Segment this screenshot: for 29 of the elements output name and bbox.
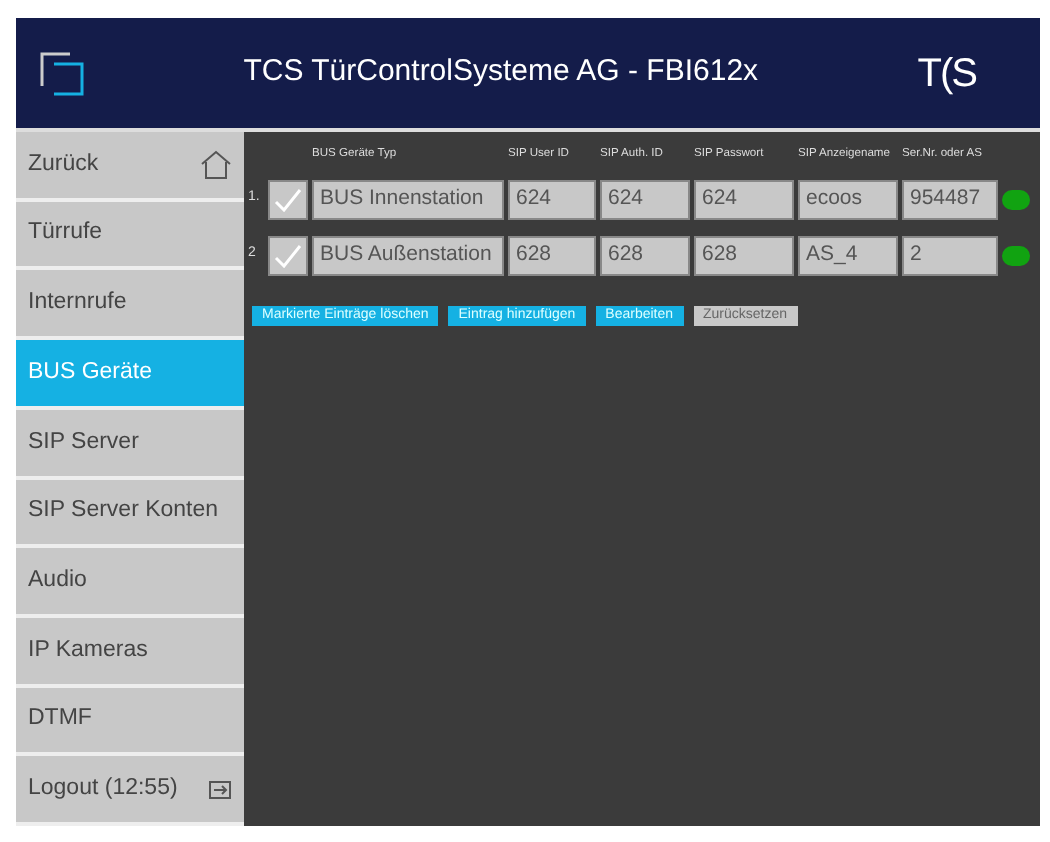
sidebar-item[interactable]: SIP Server Konten xyxy=(16,479,244,549)
input-field[interactable]: 624 xyxy=(508,179,596,220)
input-field[interactable]: 628 xyxy=(694,235,794,276)
sidebar-item[interactable]: Logout (12:55) xyxy=(16,756,244,827)
input-field[interactable]: ecoos xyxy=(798,179,898,220)
input-field[interactable]: 628 xyxy=(600,235,690,276)
sidebar-item[interactable]: SIP Server xyxy=(16,409,244,480)
checkbox[interactable] xyxy=(268,235,308,276)
home-icon xyxy=(200,149,232,180)
sidebar-item[interactable]: BUS Geräte xyxy=(16,340,244,410)
sidebar-item[interactable]: Internrufe xyxy=(16,270,244,341)
sidebar-item[interactable]: IP Kameras xyxy=(16,617,244,688)
sidebar-item[interactable]: Audio xyxy=(16,548,244,618)
logout-icon xyxy=(208,779,232,800)
input-field[interactable]: BUS Innenstation xyxy=(312,179,504,220)
logo: T(S xyxy=(917,49,976,99)
input-field[interactable]: 624 xyxy=(600,179,690,220)
input-field[interactable]: 2 xyxy=(902,235,998,276)
input-field[interactable]: 628 xyxy=(508,235,596,276)
checkbox[interactable] xyxy=(268,179,308,220)
sidebar-item[interactable]: Türrufe xyxy=(16,201,244,271)
app-title: TCS TürControlSysteme AG - FBI612x xyxy=(241,52,761,93)
window-icon[interactable] xyxy=(40,51,84,95)
sidebar-item[interactable]: Zurück xyxy=(16,132,244,202)
input-field[interactable]: AS_4 xyxy=(798,235,898,276)
input-field[interactable]: 624 xyxy=(694,179,794,220)
sidebar-item[interactable]: DTMF xyxy=(16,687,244,757)
input-field[interactable]: BUS Außenstation xyxy=(312,235,504,276)
input-field[interactable]: 954487 xyxy=(902,179,998,220)
